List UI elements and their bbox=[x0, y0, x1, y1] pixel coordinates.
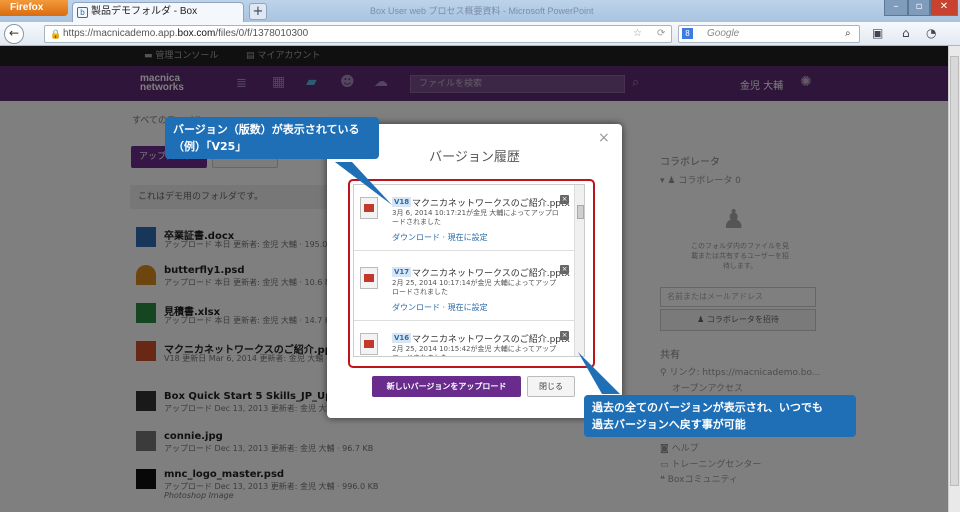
url-path: /files/0/f/1378010300 bbox=[215, 28, 309, 39]
bottom-callout-line2: 過去バージョンへ戻す事が可能 bbox=[592, 418, 746, 431]
window-titlebar: Firefox b 製品デモフォルダ - Box + Box User web … bbox=[0, 0, 960, 22]
home-icon[interactable]: ⌂ bbox=[902, 26, 910, 40]
bookmarks-icon[interactable]: ▣ bbox=[872, 26, 883, 40]
address-bar[interactable]: 🔒 https://macnicademo.app.box.com/files/… bbox=[44, 25, 672, 43]
version-badge-callout: バージョン（版数）が表示されている （例）「V25」 bbox=[165, 117, 379, 159]
star-icon[interactable]: ☆ bbox=[633, 26, 642, 42]
highlight-box bbox=[348, 179, 595, 368]
close-icon[interactable]: × bbox=[598, 130, 610, 146]
upload-new-version-button[interactable]: 新しいバージョンをアップロード bbox=[372, 376, 521, 397]
navigation-bar: ← 🔒 https://macnicademo.app.box.com/file… bbox=[0, 22, 960, 46]
bottom-callout-line1: 過去の全てのバージョンが表示され、いつでも bbox=[592, 401, 823, 414]
tab-title: 製品デモフォルダ - Box bbox=[91, 6, 198, 17]
back-arrow-icon[interactable]: ← bbox=[4, 24, 24, 44]
window-title: Box User web プロセス概要資料 - Microsoft PowerP… bbox=[370, 6, 594, 16]
new-tab-button[interactable]: + bbox=[249, 3, 267, 20]
magnifier-icon[interactable]: ⌕ bbox=[845, 26, 851, 42]
addon-icon[interactable]: ◔ bbox=[926, 26, 936, 40]
firefox-menu-button[interactable]: Firefox bbox=[0, 0, 68, 16]
close-button[interactable]: 閉じる bbox=[527, 376, 575, 397]
box-favicon-icon: b bbox=[77, 7, 88, 18]
google-icon: 8 bbox=[682, 28, 693, 39]
all-versions-callout: 過去の全てのバージョンが表示され、いつでも 過去バージョンへ戻す事が可能 bbox=[584, 395, 856, 437]
top-callout-line2: （例）「V25」 bbox=[173, 140, 247, 153]
minimize-button[interactable]: – bbox=[884, 0, 908, 16]
reload-icon[interactable]: ⟳ bbox=[657, 26, 665, 42]
search-placeholder: Google bbox=[707, 28, 740, 39]
browser-tab[interactable]: b 製品デモフォルダ - Box bbox=[72, 2, 244, 22]
close-window-button[interactable]: ✕ bbox=[930, 0, 958, 16]
maximize-button[interactable]: ▫ bbox=[908, 0, 930, 16]
url-prefix: https://macnicademo.app. bbox=[63, 28, 178, 39]
page-scrollbar[interactable] bbox=[948, 46, 960, 512]
lock-icon: 🔒 bbox=[50, 29, 62, 39]
browser-search-input[interactable]: 8 Google ⌕ bbox=[678, 25, 860, 43]
url-domain: box.com bbox=[177, 28, 216, 39]
scroll-thumb[interactable] bbox=[950, 56, 959, 486]
top-callout-line1: バージョン（版数）が表示されている bbox=[173, 123, 360, 136]
version-history-dialog: バージョン履歴 × V18 マクニカネットワークスのご紹介.pptx 3月 6,… bbox=[327, 124, 622, 418]
